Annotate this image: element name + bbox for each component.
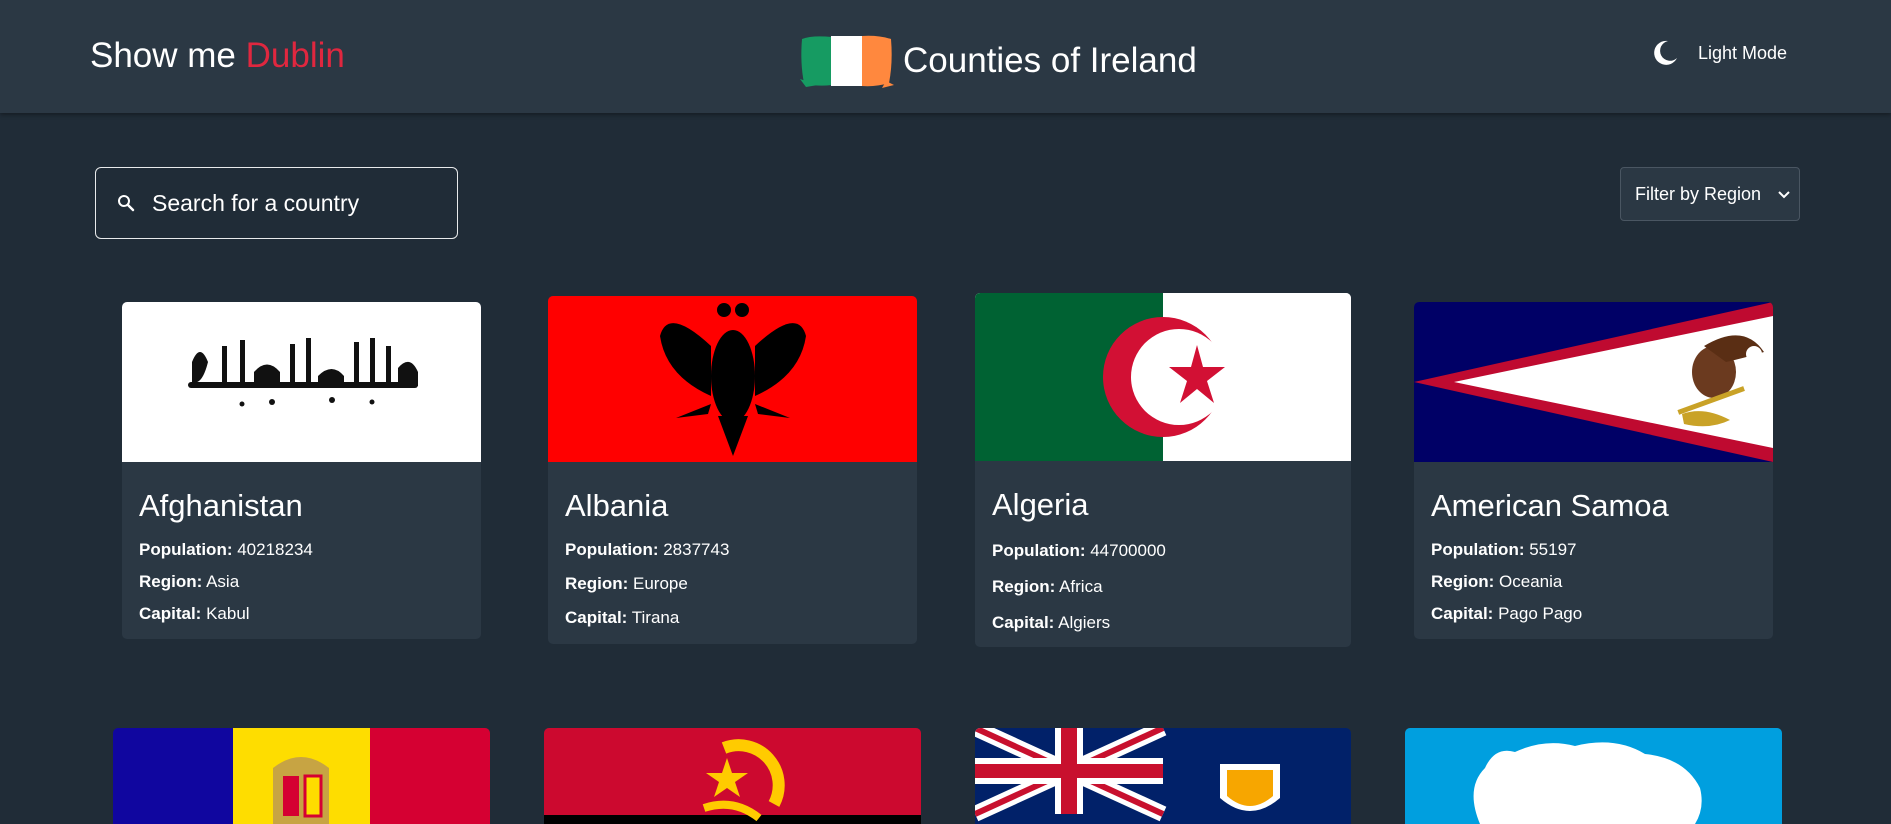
population-value: 44700000 xyxy=(1090,541,1166,560)
country-card[interactable] xyxy=(544,728,921,824)
region-value: Africa xyxy=(1059,577,1103,596)
country-card[interactable]: Afghanistan Population: 40218234 Region:… xyxy=(122,302,481,639)
country-capital: Capital: Tirana xyxy=(565,608,729,628)
capital-label: Capital: xyxy=(1431,604,1494,623)
search-icon xyxy=(118,195,135,212)
capital-value: Algiers xyxy=(1058,613,1111,632)
app-header: Show me Dublin Counties of Ireland Light… xyxy=(0,0,1891,113)
country-flag-angola xyxy=(544,728,921,824)
country-flag-albania xyxy=(548,296,917,462)
country-card[interactable] xyxy=(975,728,1351,824)
country-region: Region: Asia xyxy=(139,572,313,592)
country-region: Region: Europe xyxy=(565,574,729,594)
population-label: Population: xyxy=(1431,540,1525,559)
country-region: Region: Oceania xyxy=(1431,572,1669,592)
brand-prefix: Show me xyxy=(90,36,236,75)
country-population: Population: 40218234 xyxy=(139,540,313,560)
region-value: Oceania xyxy=(1499,572,1563,591)
ireland-flag-logo xyxy=(798,33,894,89)
country-capital: Capital: Algiers xyxy=(992,613,1166,633)
population-label: Population: xyxy=(139,540,233,559)
capital-value: Tirana xyxy=(631,608,680,627)
country-flag-andorra xyxy=(113,728,490,824)
country-population: Population: 55197 xyxy=(1431,540,1669,560)
capital-label: Capital: xyxy=(992,613,1055,632)
region-label: Region: xyxy=(565,574,629,593)
country-flag-afghanistan xyxy=(122,302,481,462)
search-box xyxy=(95,167,458,239)
country-info: American Samoa Population: 55197 Region:… xyxy=(1431,488,1669,624)
theme-toggle-label: Light Mode xyxy=(1698,42,1788,63)
country-card[interactable]: Albania Population: 2837743 Region: Euro… xyxy=(548,296,917,644)
title-block: Counties of Ireland xyxy=(798,30,1197,92)
country-card[interactable]: American Samoa Population: 55197 Region:… xyxy=(1414,302,1773,639)
country-card[interactable] xyxy=(1405,728,1782,824)
country-card[interactable] xyxy=(113,728,490,824)
capital-value: Pago Pago xyxy=(1498,604,1583,623)
region-label: Region: xyxy=(139,572,203,591)
country-capital: Capital: Pago Pago xyxy=(1431,604,1669,624)
chevron-down-icon xyxy=(1778,191,1790,199)
country-population: Population: 2837743 xyxy=(565,540,729,560)
region-filter-label: Filter by Region xyxy=(1635,183,1762,204)
country-population: Population: 44700000 xyxy=(992,541,1166,561)
population-label: Population: xyxy=(992,541,1086,560)
country-card[interactable]: Algeria Population: 44700000 Region: Afr… xyxy=(975,293,1351,647)
country-flag-algeria xyxy=(975,293,1351,461)
country-capital: Capital: Kabul xyxy=(139,604,313,624)
population-value: 55197 xyxy=(1529,540,1577,559)
country-flag-antarctica xyxy=(1405,728,1782,824)
country-name: Afghanistan xyxy=(139,488,303,523)
region-value: Europe xyxy=(633,574,688,593)
theme-toggle-button[interactable]: Light Mode xyxy=(1650,38,1787,68)
brand-city: Dublin xyxy=(245,36,345,75)
region-value: Asia xyxy=(206,572,240,591)
country-info: Afghanistan Population: 40218234 Region:… xyxy=(139,488,313,624)
capital-value: Kabul xyxy=(206,604,250,623)
country-name: Algeria xyxy=(992,487,1089,522)
population-value: 2837743 xyxy=(663,540,730,559)
country-name: Albania xyxy=(565,488,669,523)
country-info: Algeria Population: 44700000 Region: Afr… xyxy=(992,487,1166,633)
capital-label: Capital: xyxy=(565,608,628,627)
search-input[interactable] xyxy=(150,188,444,218)
brand-link[interactable]: Show me Dublin xyxy=(90,36,345,76)
country-info: Albania Population: 2837743 Region: Euro… xyxy=(565,488,729,628)
population-label: Population: xyxy=(565,540,659,559)
page-title: Counties of Ireland xyxy=(903,41,1197,80)
region-filter-select[interactable]: Filter by Region xyxy=(1620,167,1800,221)
population-value: 40218234 xyxy=(237,540,313,559)
region-label: Region: xyxy=(1431,572,1495,591)
region-label: Region: xyxy=(992,577,1056,596)
country-region: Region: Africa xyxy=(992,577,1166,597)
country-flag-anguilla xyxy=(975,728,1351,824)
country-flag-american-samoa xyxy=(1414,302,1773,462)
moon-icon xyxy=(1654,40,1677,65)
capital-label: Capital: xyxy=(139,604,202,623)
country-name: American Samoa xyxy=(1431,488,1669,523)
